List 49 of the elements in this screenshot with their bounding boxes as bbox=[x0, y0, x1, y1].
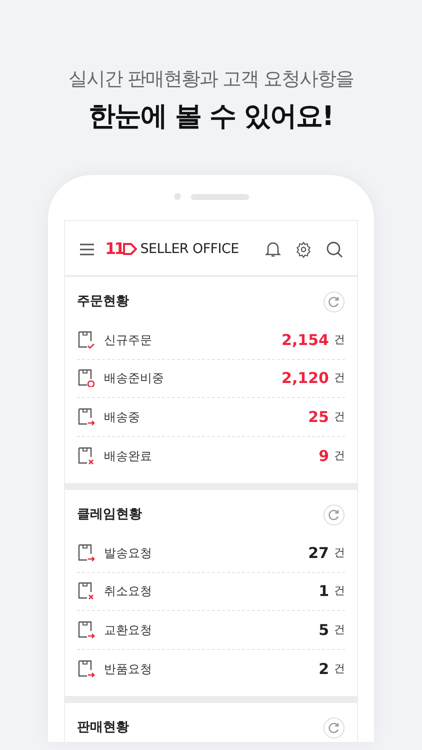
box-icon bbox=[77, 446, 95, 465]
box-icon bbox=[77, 369, 95, 388]
app-title: SELLER OFFICE bbox=[140, 240, 239, 259]
count-value: 2 bbox=[318, 658, 329, 680]
box-icon bbox=[77, 544, 95, 562]
bell-icon[interactable] bbox=[265, 240, 281, 258]
row-label: 취소요청 bbox=[104, 583, 152, 600]
row-label: 배송완료 bbox=[104, 448, 152, 465]
row-label: 신규주문 bbox=[104, 332, 152, 349]
count-value: 2,154 bbox=[282, 330, 329, 350]
section-title: 판매현황 bbox=[77, 719, 129, 738]
count-value: 9 bbox=[318, 446, 329, 466]
box-icon bbox=[77, 620, 95, 639]
box-icon bbox=[77, 330, 95, 349]
row-label: 배송준비중 bbox=[104, 370, 164, 388]
count-unit: 건 bbox=[334, 583, 345, 599]
row-label: 교환요청 bbox=[104, 622, 152, 639]
row-label: 발송요청 bbox=[104, 544, 152, 562]
tag-icon bbox=[123, 243, 138, 255]
section-title: 클레임현황 bbox=[77, 506, 142, 524]
count-unit: 건 bbox=[334, 544, 345, 560]
refresh-icon[interactable] bbox=[323, 717, 345, 739]
count-unit: 건 bbox=[334, 660, 345, 676]
row-label: 배송중 bbox=[104, 408, 140, 426]
count-value: 2,120 bbox=[282, 368, 329, 389]
refresh-icon[interactable] bbox=[323, 291, 345, 313]
speaker-icon bbox=[190, 194, 248, 200]
row-label: 반품요청 bbox=[104, 660, 152, 678]
menu-icon[interactable] bbox=[79, 242, 95, 256]
count-unit: 건 bbox=[334, 408, 345, 424]
settings-icon[interactable] bbox=[295, 240, 312, 258]
count-value: 25 bbox=[308, 406, 329, 428]
count-value: 27 bbox=[308, 542, 329, 564]
refresh-icon[interactable] bbox=[323, 504, 345, 526]
search-icon[interactable] bbox=[326, 240, 343, 258]
headline-title: 한눈에 볼 수 있어요! bbox=[88, 100, 334, 134]
count-value: 1 bbox=[318, 581, 329, 602]
count-unit: 건 bbox=[334, 370, 345, 386]
box-icon bbox=[77, 582, 95, 600]
headline-subtitle: 실시간 판매현황과 고객 요청사항을 bbox=[68, 67, 354, 92]
count-value: 5 bbox=[318, 620, 329, 640]
box-icon bbox=[77, 660, 95, 678]
count-unit: 건 bbox=[334, 332, 345, 348]
box-icon bbox=[77, 408, 95, 426]
count-unit: 건 bbox=[334, 448, 345, 464]
logo-mark: 11 bbox=[105, 241, 124, 257]
camera-icon bbox=[174, 193, 180, 200]
count-unit: 건 bbox=[334, 622, 345, 638]
section-title: 주문현황 bbox=[77, 293, 129, 312]
